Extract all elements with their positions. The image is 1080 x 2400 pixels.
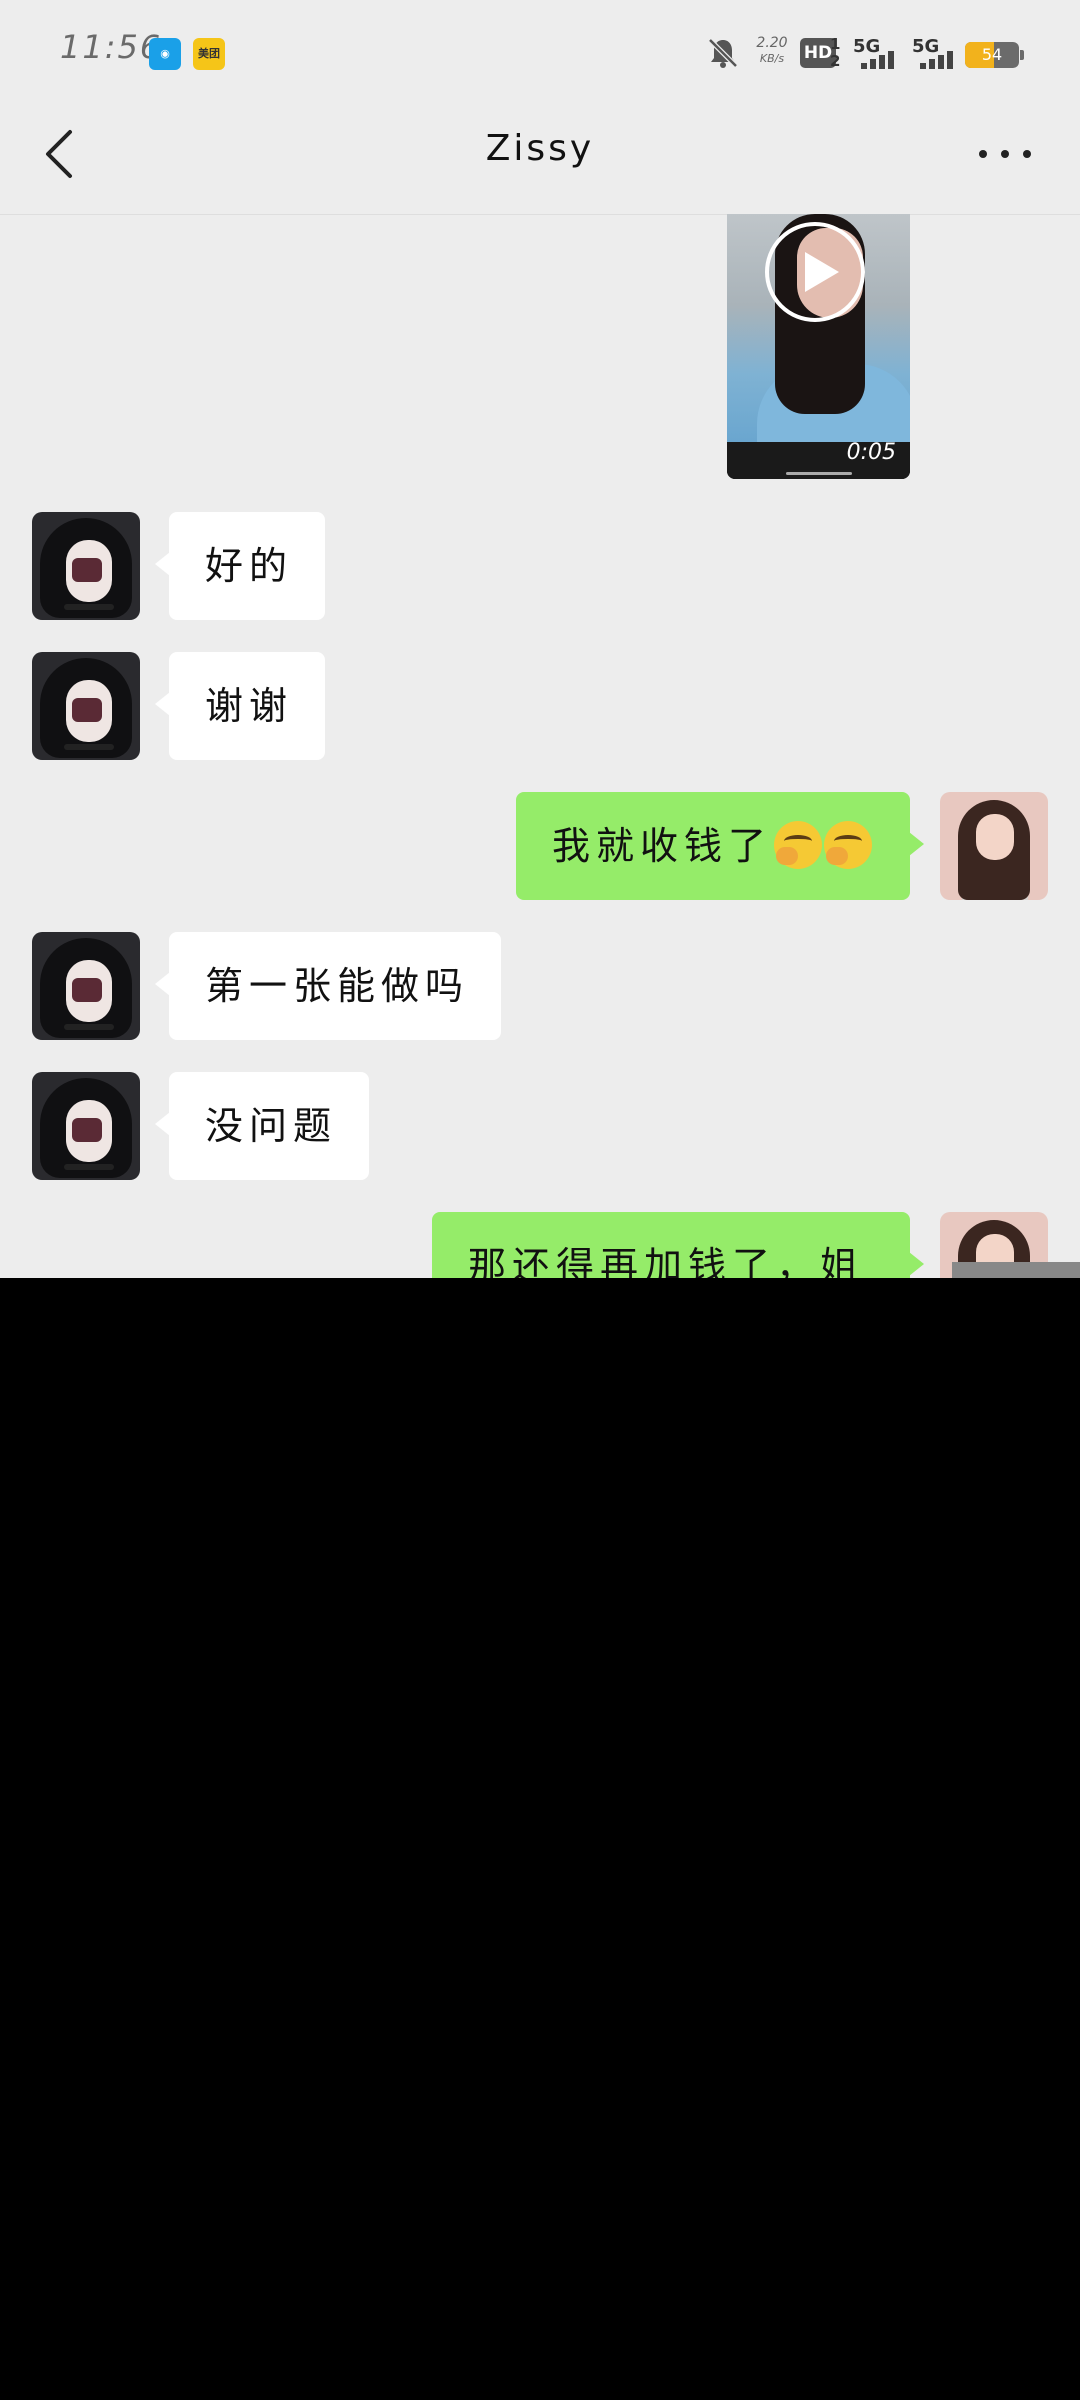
outgoing-message[interactable]: 那还得再加钱了，姐 [432,1212,924,1278]
more-options-icon[interactable] [975,140,1035,166]
chat-title: Zissy [485,128,595,169]
status-time: 11:56 [60,28,163,66]
battery-level: 54 [981,45,1003,64]
qq-icon: ◉ [149,38,181,70]
play-icon[interactable] [765,222,865,322]
incoming-message[interactable]: 好的 [154,512,326,620]
video-message[interactable]: 0:05 [727,214,910,479]
video-progress-handle [786,472,852,475]
video-duration: 0:05 [846,440,896,465]
incoming-message[interactable]: 没问题 [154,1072,370,1180]
incoming-message[interactable]: 第一张能做吗 [154,932,502,1040]
battery-icon: 54 [965,42,1019,68]
battery-tip [1020,50,1024,60]
contact-avatar[interactable] [32,652,140,760]
incoming-message[interactable]: 谢谢 [154,652,326,760]
network-speed-unit: KB/s [759,52,785,65]
contact-avatar[interactable] [32,1072,140,1180]
network-speed-value: 2.20 [756,35,788,51]
scroll-indicator [952,1262,1080,1278]
signal-sim1-icon: 5G [853,36,903,70]
status-bar: 11:56 ◉ 美团 2.20 KB/s HD 12 5G 5G 54 [0,0,1080,100]
face-with-hand-over-mouth-icon [824,820,873,869]
outgoing-message[interactable]: 我就收钱了 [516,792,924,900]
meituan-icon: 美团 [193,38,225,70]
my-avatar[interactable] [940,792,1048,900]
back-arrow-icon[interactable] [36,124,96,184]
chat-app: 11:56 ◉ 美团 2.20 KB/s HD 12 5G 5G 54 Ziss… [0,0,1080,1278]
network-speed: 2.20 KB/s [752,36,792,66]
chat-header: Zissy [0,100,1080,215]
face-with-hand-over-mouth-icon [774,820,823,869]
contact-avatar[interactable] [32,512,140,620]
contact-avatar[interactable] [32,932,140,1040]
signal-sim2-icon: 5G [912,36,962,70]
bell-muted-icon [708,38,738,68]
screen: 11:56 ◉ 美团 2.20 KB/s HD 12 5G 5G 54 Ziss… [0,0,1080,2400]
hd-sim-indicator: 12 [830,35,841,70]
outgoing-message-text: 我就收钱了 [552,824,773,868]
